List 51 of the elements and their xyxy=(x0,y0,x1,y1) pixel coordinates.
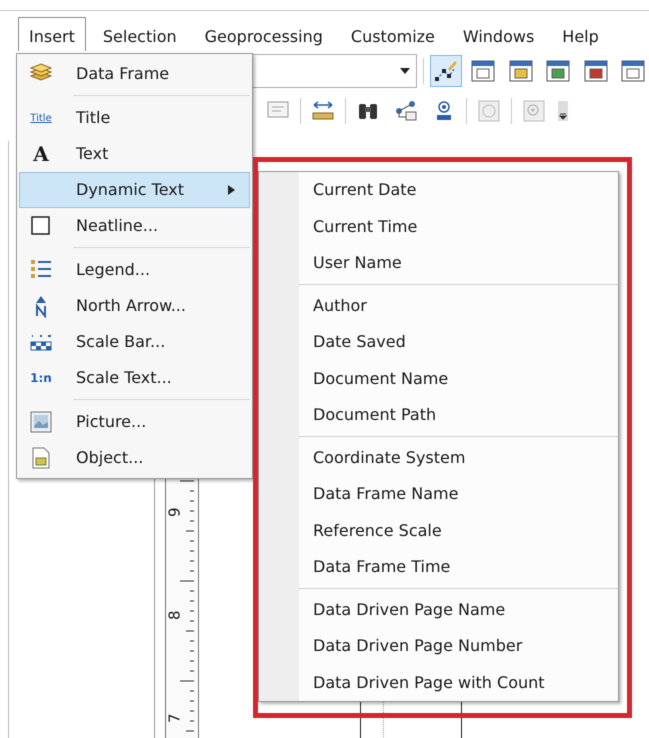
menu-item[interactable]: Data Frame Name xyxy=(259,476,618,512)
dropdown-arrow-icon xyxy=(400,68,410,74)
ruler-label: 9 xyxy=(164,507,185,518)
menu-item[interactable]: Dynamic Text xyxy=(19,172,250,208)
ruler-label: 7 xyxy=(164,713,185,724)
window-icon xyxy=(508,60,533,82)
network-icon xyxy=(394,99,418,123)
zoom-icon xyxy=(522,99,546,123)
menu-bar-item[interactable]: Selection xyxy=(92,17,188,51)
menu-item[interactable]: Document Path xyxy=(259,397,618,434)
menu-bar-item[interactable]: Windows xyxy=(452,17,546,51)
menu-item[interactable]: Title Title xyxy=(19,100,250,136)
menu-icon-label: 1:n xyxy=(30,370,52,387)
menu-item[interactable]: Current Time xyxy=(259,208,618,245)
overflow-icon xyxy=(558,101,568,121)
menu-item[interactable]: 1:n Scale Text... xyxy=(19,360,250,396)
picture-icon xyxy=(29,410,53,434)
menu-item[interactable]: Neatline... xyxy=(19,208,250,244)
menu-item[interactable]: Legend... xyxy=(19,252,250,288)
square-icon xyxy=(29,214,53,238)
menu-bar-item[interactable]: Customize xyxy=(340,17,446,51)
window-icon xyxy=(471,60,496,82)
menu-item[interactable]: Reference Scale xyxy=(259,512,618,549)
menu-item[interactable]: Coordinate System xyxy=(259,440,618,476)
window-icon xyxy=(584,60,608,82)
menu-item[interactable]: A Text xyxy=(19,136,250,172)
edit-vertices-icon xyxy=(434,59,458,83)
menu-item[interactable]: North Arrow... xyxy=(19,288,250,324)
menu-item[interactable]: Author xyxy=(259,288,618,324)
menu-bar-item[interactable]: Geoprocessing xyxy=(194,17,334,51)
menu-item[interactable]: Data Driven Page Number xyxy=(259,628,618,664)
clock-icon xyxy=(477,99,501,123)
menu-item[interactable]: Data Driven Page with Count xyxy=(259,664,618,701)
menu-item[interactable]: Current Date xyxy=(259,172,618,208)
menu-item[interactable]: User Name xyxy=(259,245,618,282)
menu-item[interactable]: Date Saved xyxy=(259,324,618,360)
menu-item[interactable]: Data Frame xyxy=(19,56,250,92)
menu-icon-label: A xyxy=(33,141,49,168)
menu-item[interactable]: Document Name xyxy=(259,360,618,397)
window-icon xyxy=(621,60,646,82)
menu-bar-item[interactable]: Insert xyxy=(18,17,86,51)
menu-item[interactable]: Data Frame Time xyxy=(259,549,618,586)
menu-item[interactable]: Data Driven Page Name xyxy=(259,592,618,628)
window-icon xyxy=(546,60,570,82)
menu-item[interactable]: Picture... xyxy=(19,404,250,440)
menu-item[interactable]: Scale Bar... xyxy=(19,324,250,360)
menu-bar-item[interactable]: Help xyxy=(551,17,610,51)
ruler-label: 8 xyxy=(164,610,185,620)
edit-vertices-button[interactable] xyxy=(430,55,462,87)
menu-item[interactable]: Object... xyxy=(19,440,250,476)
menu-icon-label: Title xyxy=(30,112,52,126)
